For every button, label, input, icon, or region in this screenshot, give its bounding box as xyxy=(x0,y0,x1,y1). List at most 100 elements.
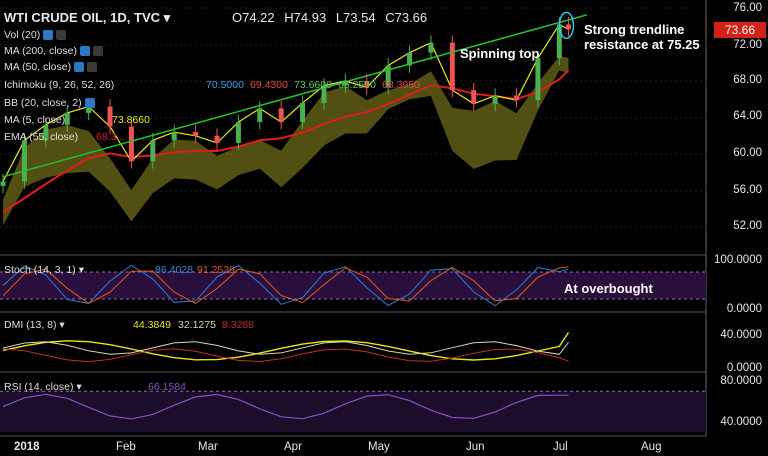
indicator-ichimoku-label: Ichimoku (9, 26, 52, 26) xyxy=(4,79,115,91)
candle-body xyxy=(150,140,156,162)
spinning-top-annotation: Spinning top xyxy=(460,46,540,61)
dmi-minus-value: 8.3288 xyxy=(222,319,255,331)
candle-body xyxy=(278,108,284,123)
candle-body xyxy=(235,122,241,144)
rsi-legend[interactable]: RSI (14, close) ▾ xyxy=(4,381,82,393)
ichimoku-value-1: 70.5000 xyxy=(206,79,244,91)
candle-body xyxy=(492,95,498,104)
stoch-tick-0: 0.0000 xyxy=(726,303,762,315)
stoch-legend[interactable]: Stoch (14, 3, 1) ▾ xyxy=(4,264,84,276)
high-value: H74.93 xyxy=(284,10,327,25)
candle-body xyxy=(449,42,455,91)
chart-canvas xyxy=(0,0,707,437)
candle-body xyxy=(514,95,520,101)
candle-body xyxy=(193,132,199,136)
indicator-bb-label: BB (20, close, 2) xyxy=(4,97,82,109)
stoch-k-value: 86.4028 xyxy=(155,264,193,276)
indicator-ma50-label: MA (50, close) xyxy=(4,61,72,73)
candle-body xyxy=(300,102,306,123)
symbol-title[interactable]: WTI CRUDE OIL, 1D, TVC ▾ xyxy=(4,10,170,26)
rsi-value: 66.1584 xyxy=(148,381,186,393)
time-label-apr: Apr xyxy=(284,441,302,453)
symbol-title-text: WTI CRUDE OIL, 1D, TVC xyxy=(4,10,160,25)
ema55-value: 68.3... xyxy=(96,131,126,143)
candle-body xyxy=(565,24,571,30)
indicator-ma200-label: MA (200, close) xyxy=(4,45,77,57)
open-value: O74.22 xyxy=(232,10,275,25)
ichimoku-value-2: 69.4300 xyxy=(250,79,288,91)
settings-icon[interactable] xyxy=(56,30,67,41)
candle-body xyxy=(471,90,477,104)
settings-icon[interactable] xyxy=(92,46,103,57)
candle-body xyxy=(428,42,434,53)
ohlc-readout: O74.22 H74.93 L73.54 C73.66 xyxy=(232,10,433,25)
time-label-may: May xyxy=(368,441,390,453)
dmi-label: DMI (13, 8) xyxy=(4,319,57,331)
trendline-annotation: Strong trendline resistance at 75.25 xyxy=(584,22,700,52)
price-tick-68: 68.00 xyxy=(733,74,762,86)
candle-body xyxy=(535,58,541,101)
indicator-bb[interactable]: BB (20, close, 2) xyxy=(4,97,95,109)
indicator-ema55-label: EMA (55, close) xyxy=(4,131,79,143)
candle-body xyxy=(171,132,177,141)
candle-body xyxy=(0,181,6,186)
price-tick-60: 60.00 xyxy=(733,147,762,159)
dmi-adx-line xyxy=(2,332,570,361)
ichimoku-value-5: 68.3950 xyxy=(382,79,420,91)
ichimoku-value-3: 73.6600 xyxy=(294,79,332,91)
ma5-value: 73.8660 xyxy=(112,114,150,126)
rsi-label: RSI (14, close) xyxy=(4,381,74,393)
trendline-annotation-line1: Strong trendline xyxy=(584,22,685,37)
low-value: L73.54 xyxy=(335,10,376,25)
dmi-tick-0: 0.0000 xyxy=(726,362,762,374)
indicator-ma5[interactable]: MA (5, close) xyxy=(4,114,65,126)
close-value: C73.66 xyxy=(385,10,428,25)
candle-body xyxy=(257,108,263,123)
time-label-mar: Mar xyxy=(198,441,218,453)
indicator-ma5-label: MA (5, close) xyxy=(4,114,66,126)
stoch-d-value: 91.2529 xyxy=(197,264,235,276)
rsi-tick-80: 80.0000 xyxy=(720,375,762,387)
eye-icon[interactable] xyxy=(79,46,90,57)
chevron-down-icon[interactable]: ▾ xyxy=(73,381,81,393)
chevron-down-icon[interactable]: ▾ xyxy=(76,264,84,276)
time-label-jun: Jun xyxy=(466,441,485,453)
dmi-tick-40: 40.0000 xyxy=(720,329,762,341)
candle-body xyxy=(64,112,70,125)
overbought-annotation: At overbought xyxy=(564,281,653,296)
time-label-aug: Aug xyxy=(641,441,662,453)
indicator-ichimoku[interactable]: Ichimoku (9, 26, 52, 26) xyxy=(4,79,114,91)
price-tick-64: 64.00 xyxy=(733,110,762,122)
eye-icon[interactable] xyxy=(43,30,54,41)
indicator-ma200[interactable]: MA (200, close) xyxy=(4,45,103,57)
price-tick-56: 56.00 xyxy=(733,184,762,196)
ichimoku-value-4: 65.2550 xyxy=(338,79,376,91)
indicator-vol[interactable]: Vol (20) xyxy=(4,29,67,41)
rsi-tick-40: 40.0000 xyxy=(720,416,762,428)
chevron-down-icon[interactable]: ▾ xyxy=(160,10,171,25)
candle-body xyxy=(214,135,220,144)
indicator-ma50[interactable]: MA (50, close) xyxy=(4,61,98,73)
chart-stage: WTI CRUDE OIL, 1D, TVC ▾ O74.22 H74.93 L… xyxy=(0,0,768,456)
time-label-jul: Jul xyxy=(553,441,568,453)
stoch-label: Stoch (14, 3, 1) xyxy=(4,264,76,276)
eye-icon[interactable] xyxy=(74,62,85,73)
candle-body xyxy=(128,126,134,162)
indicator-ema55[interactable]: EMA (55, close) xyxy=(4,131,78,143)
settings-icon[interactable] xyxy=(87,62,98,73)
eye-icon[interactable] xyxy=(84,98,95,109)
indicator-vol-label: Vol (20) xyxy=(4,29,41,41)
candle-body xyxy=(21,140,27,182)
rsi-band xyxy=(0,391,706,433)
stoch-tick-100: 100.0000 xyxy=(714,254,762,266)
last-price-tag: 73.66 xyxy=(714,22,766,38)
time-label-feb: Feb xyxy=(116,441,136,453)
chevron-down-icon[interactable]: ▾ xyxy=(57,319,64,331)
price-tick-72: 72.00 xyxy=(733,39,762,51)
trendline-annotation-line2: resistance at 75.25 xyxy=(584,37,700,52)
dmi-legend[interactable]: DMI (13, 8) ▾ xyxy=(4,319,65,331)
price-tick-52: 52.00 xyxy=(733,220,762,232)
dmi-plus-value: 32.1275 xyxy=(178,319,216,331)
dmi-adx-value: 44.3849 xyxy=(133,319,171,331)
time-label-2018: 2018 xyxy=(14,441,40,453)
